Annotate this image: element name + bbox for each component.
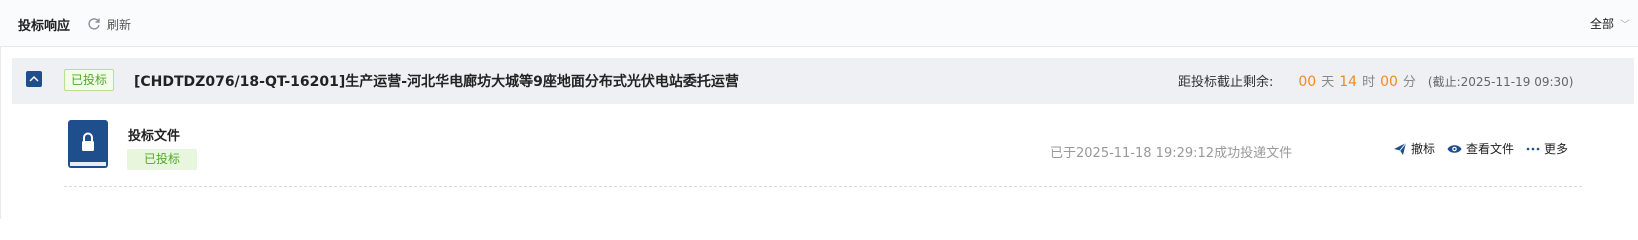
chevron-up-icon — [29, 75, 39, 82]
countdown-days: 00 — [1298, 74, 1317, 90]
locked-document-icon — [68, 120, 110, 168]
countdown: 距投标截止剩余: 00 天 14 时 00 分 (截止:2025-11-19 0… — [1178, 71, 1573, 90]
tender-status-badge: 已投标 — [64, 69, 115, 91]
more-button[interactable]: 更多 — [1526, 140, 1568, 157]
withdraw-button[interactable]: 撤标 — [1393, 140, 1435, 157]
document-actions: 撤标 查看文件 更多 — [1393, 140, 1580, 157]
document-status-badge: 已投标 — [127, 149, 197, 170]
collapse-button[interactable] — [26, 71, 42, 87]
send-icon — [1394, 142, 1407, 155]
countdown-minutes: 00 — [1380, 74, 1398, 90]
view-file-button[interactable]: 查看文件 — [1447, 140, 1514, 157]
deadline-text: (截止:2025-11-19 09:30) — [1427, 75, 1574, 89]
countdown-label: 距投标截止剩余: — [1178, 75, 1274, 90]
chevron-down-icon: ﹀ — [1620, 20, 1630, 31]
refresh-label: 刷新 — [107, 17, 132, 32]
top-bar: 投标响应 刷新 全部 ﹀ — [0, 0, 1638, 47]
panel-border — [0, 46, 1, 219]
more-label: 更多 — [1544, 142, 1569, 156]
document-name: 投标文件 — [128, 129, 181, 144]
refresh-icon — [88, 18, 100, 30]
row-divider — [64, 186, 1582, 187]
eye-icon — [1447, 144, 1462, 153]
withdraw-label: 撤标 — [1411, 142, 1436, 156]
minutes-unit: 分 — [1402, 75, 1416, 90]
hours-unit: 时 — [1362, 75, 1376, 90]
filter-value: 全部 — [1589, 17, 1614, 31]
status-filter-dropdown[interactable]: 全部 ﹀ — [1590, 15, 1630, 32]
days-unit: 天 — [1321, 75, 1335, 90]
tender-title[interactable]: [CHDTDZ076/18-QT-16201]生产运营-河北华电廊坊大城等9座地… — [134, 71, 739, 91]
countdown-hours: 14 — [1339, 74, 1358, 90]
view-file-label: 查看文件 — [1466, 142, 1515, 156]
page-title: 投标响应 — [18, 19, 71, 34]
refresh-button[interactable]: 刷新 — [87, 15, 131, 33]
submit-info: 已于2025-11-18 19:29:12成功投递文件 — [1050, 146, 1293, 161]
tender-header-row: 已投标 [CHDTDZ076/18-QT-16201]生产运营-河北华电廊坊大城… — [12, 58, 1634, 104]
more-dots-icon — [1526, 147, 1540, 150]
